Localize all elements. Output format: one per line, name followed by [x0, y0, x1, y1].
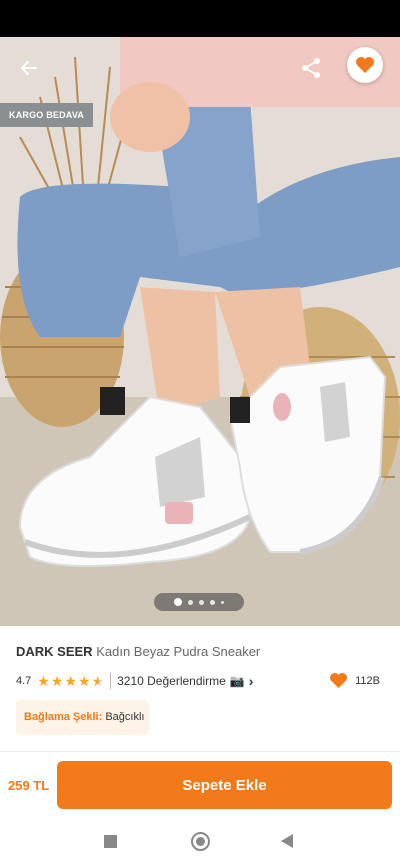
page-dot[interactable]: [221, 600, 224, 604]
heart-icon: [356, 57, 374, 73]
product-name: Kadın Beyaz Pudra Sneaker: [96, 644, 261, 659]
page-dot[interactable]: [199, 599, 204, 605]
image-page-indicator[interactable]: [154, 593, 244, 611]
heart-icon: [330, 672, 348, 689]
rating-value: 4.7: [16, 675, 32, 687]
chevron-right-icon[interactable]: ›: [249, 673, 254, 689]
price: 259 TL: [8, 778, 50, 793]
home-icon[interactable]: [191, 832, 210, 851]
page-dot-active[interactable]: [174, 598, 182, 606]
recent-apps-icon[interactable]: [104, 835, 117, 848]
like-count: 112B: [355, 674, 380, 687]
home-icon-inner: [196, 837, 205, 846]
star-icon: ★: [37, 673, 50, 689]
review-count[interactable]: 3210 Değerlendirme: [117, 674, 226, 688]
share-button[interactable]: [294, 51, 328, 85]
rating-row[interactable]: 4.7 ★ ★ ★ ★ ★ 3210 Değerlendirme 📷 › 112…: [16, 672, 384, 690]
system-nav-bar: [0, 820, 400, 866]
star-icon: ★: [50, 673, 64, 689]
free-shipping-badge: KARGO BEDAVA: [0, 103, 94, 127]
share-icon: [302, 58, 320, 78]
likes[interactable]: 112B: [329, 672, 380, 689]
product-image-gallery[interactable]: KARGO BEDAVA: [0, 37, 400, 626]
attribute-tag: Bağlama Şekli: Bağcıklı: [16, 700, 149, 735]
star-icon: ★: [64, 673, 77, 689]
half-star-icon: ★: [91, 673, 105, 689]
back-button[interactable]: [12, 51, 46, 85]
page-dot[interactable]: [210, 599, 215, 605]
attribute-value: Bağcıklı: [105, 711, 145, 723]
star-icon: ★: [77, 673, 91, 689]
divider: [0, 751, 400, 752]
camera-icon: 📷: [229, 674, 245, 688]
brand-name[interactable]: DARK SEER: [16, 644, 93, 659]
back-arrow-icon: [21, 61, 37, 75]
add-to-cart-button[interactable]: Sepete Ekle: [57, 761, 392, 809]
rating-stars: ★ ★ ★ ★ ★: [37, 674, 104, 688]
product-title: DARK SEER Kadın Beyaz Pudra Sneaker: [16, 644, 260, 659]
system-back-icon[interactable]: [281, 834, 293, 848]
favorite-button[interactable]: [347, 47, 383, 83]
attribute-label: Bağlama Şekli:: [24, 711, 103, 723]
page-dot[interactable]: [188, 599, 193, 605]
status-bar: [0, 0, 400, 37]
divider: [110, 673, 112, 689]
